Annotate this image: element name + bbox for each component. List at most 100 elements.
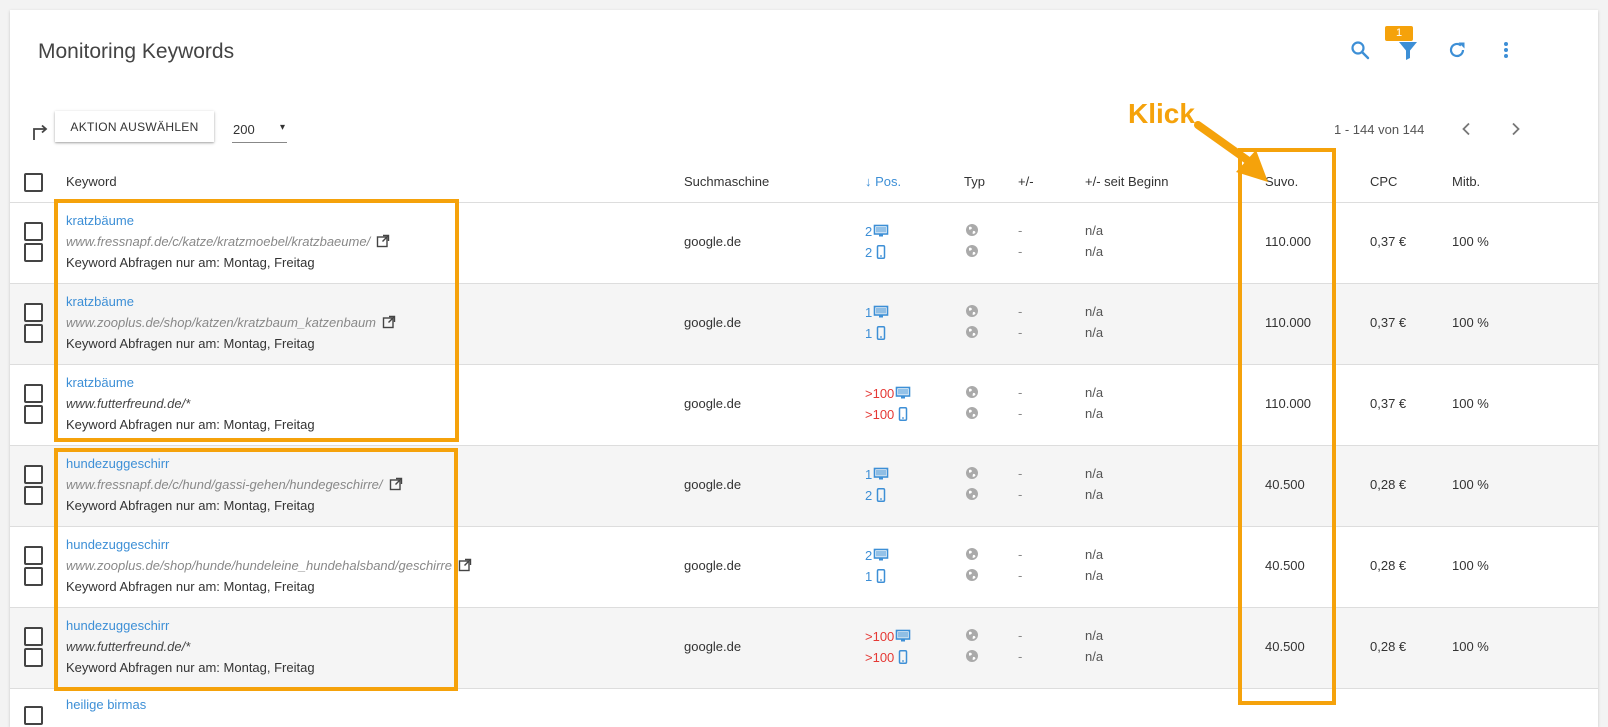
col-type[interactable]: Typ	[964, 174, 985, 189]
external-link-icon[interactable]	[382, 315, 396, 329]
row-checkbox-secondary[interactable]	[24, 567, 43, 586]
col-change-since-start[interactable]: +/- seit Beginn	[1085, 174, 1168, 189]
globe-icon	[965, 406, 979, 420]
query-schedule-note: Keyword Abfragen nur am: Montag, Freitag	[66, 498, 315, 513]
col-cpc[interactable]: CPC	[1370, 174, 1397, 189]
search-engine: google.de	[684, 234, 742, 249]
table-row: hundezuggeschirr www.futterfreund.de/* Key…	[10, 608, 1598, 689]
select-all-checkbox[interactable]	[24, 173, 43, 192]
page-size-select[interactable]: 200 ▾	[232, 118, 287, 143]
position-desktop: 1	[865, 304, 889, 320]
cpc: 0,37 €	[1370, 396, 1407, 411]
row-checkbox-secondary[interactable]	[24, 486, 43, 505]
row-checkbox[interactable]	[24, 465, 43, 484]
change-since-start-desktop: n/a	[1085, 304, 1104, 319]
type-cell	[965, 304, 979, 346]
type-cell	[965, 223, 979, 265]
change-mobile: -	[1018, 649, 1023, 664]
search-engine: google.de	[684, 477, 742, 492]
keyword-link[interactable]: hundezuggeschirr	[66, 537, 169, 552]
row-checkbox[interactable]	[24, 222, 43, 241]
page-size-value: 200	[233, 122, 255, 137]
search-engine: google.de	[684, 639, 742, 654]
change-since-start-desktop: n/a	[1085, 466, 1104, 481]
select-action-button[interactable]: AKTION AUSWÄHLEN	[55, 111, 214, 142]
sort-arrow-icon: ↓	[865, 174, 872, 189]
ranking-url: www.fressnapf.de/c/hund/gassi-gehen/hund…	[66, 477, 403, 492]
row-checkbox-secondary[interactable]	[24, 324, 43, 343]
change-mobile: -	[1018, 325, 1023, 340]
col-position-label: Pos.	[875, 174, 902, 189]
dropdown-arrow-icon: ▾	[279, 122, 285, 133]
change-since-start-mobile: n/a	[1085, 568, 1104, 583]
row-checkbox-secondary[interactable]	[24, 405, 43, 424]
next-page-icon[interactable]	[1506, 120, 1524, 138]
table-row: kratzbäume www.fressnapf.de/c/katze/kratz…	[10, 203, 1598, 284]
row-checkbox[interactable]	[24, 303, 43, 322]
row-checkbox[interactable]	[24, 706, 43, 725]
ranking-url: www.futterfreund.de/*	[66, 396, 190, 411]
keyword-link[interactable]: hundezuggeschirr	[66, 618, 169, 633]
search-volume: 110.000	[1265, 396, 1312, 411]
refresh-icon[interactable]	[1445, 38, 1469, 62]
position-cell: >100 >100	[865, 628, 911, 665]
mobile-icon	[873, 245, 889, 259]
keyword-link[interactable]: kratzbäume	[66, 375, 134, 390]
filter-icon[interactable]	[1396, 38, 1420, 62]
row-checkbox[interactable]	[24, 546, 43, 565]
row-checkbox-secondary[interactable]	[24, 243, 43, 262]
ranking-url-text: www.fressnapf.de/c/katze/kratzmoebel/kra…	[66, 234, 371, 249]
change-since-start-mobile: n/a	[1085, 406, 1104, 421]
row-checkbox[interactable]	[24, 384, 43, 403]
desktop-icon	[873, 548, 889, 562]
change-mobile: -	[1018, 487, 1023, 502]
external-link-icon[interactable]	[389, 477, 403, 491]
globe-icon	[965, 466, 979, 480]
col-position[interactable]: ↓ Pos.	[865, 174, 901, 189]
competition: 100 %	[1452, 477, 1489, 492]
type-cell	[965, 547, 979, 589]
cpc: 0,28 €	[1370, 558, 1407, 573]
position-desktop: >100	[865, 628, 911, 644]
col-competition[interactable]: Mitb.	[1452, 174, 1480, 189]
globe-icon	[965, 568, 979, 582]
position-mobile-value: >100	[865, 649, 895, 665]
prev-page-icon[interactable]	[1458, 120, 1476, 138]
desktop-icon	[873, 467, 889, 481]
competition: 100 %	[1452, 639, 1489, 654]
globe-icon	[965, 304, 979, 318]
row-checkbox[interactable]	[24, 627, 43, 646]
globe-icon	[965, 244, 979, 258]
change-since-start-desktop: n/a	[1085, 628, 1104, 643]
row-checkbox-secondary[interactable]	[24, 648, 43, 667]
ranking-url-text: www.futterfreund.de/*	[66, 396, 191, 411]
col-keyword[interactable]: Keyword	[66, 174, 117, 189]
position-desktop-value: 1	[865, 466, 873, 482]
change-desktop: -	[1018, 466, 1023, 481]
external-link-icon[interactable]	[376, 234, 390, 248]
table-header: Keyword Suchmaschine ↓ Pos. Typ +/- +/- …	[10, 163, 1598, 203]
search-icon[interactable]	[1348, 38, 1372, 62]
competition: 100 %	[1452, 234, 1489, 249]
keyword-link[interactable]: kratzbäume	[66, 294, 134, 309]
more-vert-icon[interactable]	[1494, 38, 1518, 62]
keyword-link[interactable]: hundezuggeschirr	[66, 456, 169, 471]
col-change[interactable]: +/-	[1018, 174, 1034, 189]
competition: 100 %	[1452, 396, 1489, 411]
change-since-start-mobile: n/a	[1085, 649, 1104, 664]
change-since-start-desktop: n/a	[1085, 547, 1104, 562]
cpc: 0,37 €	[1370, 315, 1407, 330]
desktop-icon	[895, 629, 911, 643]
position-mobile-value: 2	[865, 244, 873, 260]
change-desktop: -	[1018, 547, 1023, 562]
external-link-icon[interactable]	[458, 558, 472, 572]
change-since-start-mobile: n/a	[1085, 325, 1104, 340]
position-cell: >100 >100	[865, 385, 911, 422]
keyword-link[interactable]: heilige birmas	[66, 697, 146, 712]
keyword-link[interactable]: kratzbäume	[66, 213, 134, 228]
query-schedule-note: Keyword Abfragen nur am: Montag, Freitag	[66, 660, 315, 675]
ranking-url-text: www.fressnapf.de/c/hund/gassi-gehen/hund…	[66, 477, 383, 492]
position-mobile-value: 1	[865, 325, 873, 341]
position-cell: 11	[865, 304, 889, 341]
col-engine[interactable]: Suchmaschine	[684, 174, 769, 189]
